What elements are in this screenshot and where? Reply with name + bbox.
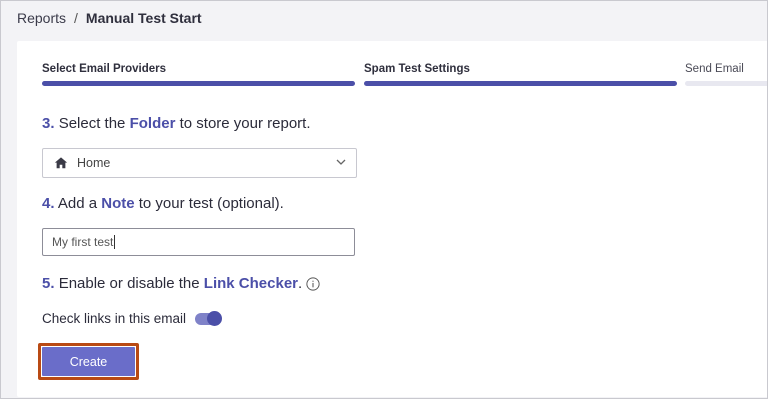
test-settings-card: Select Email Providers Spam Test Setting…	[17, 41, 767, 397]
section-number: 3.	[42, 115, 55, 132]
section-number: 5.	[42, 275, 55, 292]
folder-section-title: 3. Select the Folder to store your repor…	[42, 115, 311, 132]
info-icon[interactable]	[306, 277, 320, 291]
section-text: to store your report.	[179, 115, 311, 132]
section-highlight: Folder	[129, 115, 176, 132]
app-frame: Reports / Manual Test Start Select Email…	[0, 0, 768, 399]
step-select-email-providers: Select Email Providers	[42, 59, 355, 86]
text-caret	[114, 235, 116, 249]
step-label: Send Email	[685, 63, 744, 75]
step-send-email: Send Email	[685, 59, 767, 86]
folder-select[interactable]: Home	[42, 148, 357, 178]
step-progress-bar	[364, 81, 677, 86]
section-text: Select the	[58, 115, 126, 132]
link-checker-label: Check links in this email	[42, 311, 187, 326]
link-checker-section-title: 5. Enable or disable the Link Checker.	[42, 275, 302, 292]
link-checker-row: Check links in this email	[42, 310, 223, 326]
breadcrumb-separator: /	[74, 10, 78, 26]
step-progress: Select Email Providers Spam Test Setting…	[42, 59, 767, 99]
section-highlight: Link Checker	[203, 275, 299, 292]
toggle-knob	[207, 310, 223, 326]
create-button-highlight: Create	[38, 343, 139, 380]
step-label: Spam Test Settings	[364, 63, 470, 75]
step-label: Select Email Providers	[42, 63, 167, 75]
section-highlight: Note	[101, 195, 135, 212]
step-progress-bar	[685, 81, 767, 86]
note-section-title: 4. Add a Note to your test (optional).	[42, 195, 284, 212]
create-button[interactable]: Create	[42, 347, 135, 376]
folder-select-value: Home	[77, 156, 111, 170]
note-input-value: My first test	[52, 235, 114, 249]
section-number: 4.	[42, 195, 55, 212]
chevron-down-icon	[336, 159, 346, 165]
section-text: Enable or disable the	[58, 275, 200, 292]
section-text: .	[298, 275, 303, 292]
note-input[interactable]: My first test	[42, 228, 355, 256]
breadcrumb-current: Manual Test Start	[85, 10, 202, 26]
breadcrumb: Reports / Manual Test Start	[17, 10, 202, 26]
home-icon	[54, 157, 68, 169]
step-progress-bar	[42, 81, 355, 86]
breadcrumb-parent[interactable]: Reports	[17, 10, 66, 26]
step-spam-test-settings: Spam Test Settings	[364, 59, 677, 86]
section-text: Add a	[57, 195, 98, 212]
section-text: to your test (optional).	[138, 195, 284, 212]
link-checker-toggle[interactable]	[195, 310, 223, 326]
